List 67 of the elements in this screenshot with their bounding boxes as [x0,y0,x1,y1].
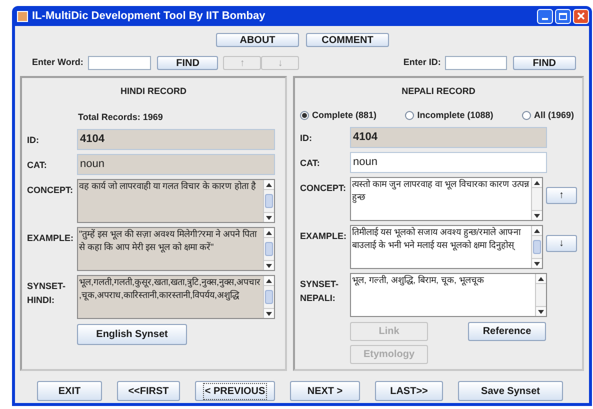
toolbar-button[interactable]: ABOUT [216,33,299,47]
scroll-down-icon[interactable] [538,310,544,314]
field-label: SYNSET-NEPALI: [300,278,340,305]
field-label: Enter ID: [403,56,441,70]
nav-button[interactable]: NEXT > [290,381,360,401]
panel-title: NEPALI RECORD [400,85,476,98]
find-button[interactable]: FIND [157,56,218,70]
scrollbar[interactable] [535,274,546,316]
maximize-icon[interactable] [555,8,571,24]
nav-button[interactable]: <<FIRST [117,381,180,401]
text-area[interactable]: भूल, गल्ती, अशुद्धि, बिराम, चूक, भूलचूक [350,273,547,317]
filter-radio[interactable]: Complete (881) [300,108,377,122]
scrollbar[interactable] [531,178,542,220]
field-label: ID: [27,134,40,146]
field-label: Enter Word: [32,56,84,70]
english-synset-button[interactable]: English Synset [77,324,187,345]
arrow-button[interactable]: ↑ [546,187,577,204]
text-area[interactable]: तिमीलाई यस भूलको सजाय अवश्य हुन्छ/रमाले आफ्ना बाउलाई के भनी भने मलाई यस भूलको क्षमा दिनुहोस् [350,225,543,269]
find-button[interactable]: FIND [512,56,576,70]
scroll-up-icon[interactable] [266,230,272,234]
scrollbar[interactable] [531,226,542,268]
filter-radio[interactable]: All (1969) [522,108,574,122]
close-icon[interactable] [573,8,589,24]
field-label: CONCEPT: [300,182,348,195]
scroll-up-icon[interactable] [534,228,540,232]
text-area[interactable]: वह कार्य जो लापरवाही या गलत विचार के कारण होता है [77,179,275,223]
field-label: EXAMPLE: [27,232,75,245]
text-field[interactable]: 4104 [350,127,547,148]
scroll-down-icon[interactable] [266,216,272,220]
nav-button[interactable]: LAST>> [375,381,443,401]
scroll-up-icon[interactable] [266,182,272,186]
action-button[interactable]: Reference [468,322,546,341]
toolbar-button[interactable]: COMMENT [306,33,389,47]
arrow-button[interactable]: ↓ [546,235,577,252]
filter-radio[interactable]: Incomplete (1088) [405,108,494,122]
text-area[interactable]: त्यस्तो काम जुन लापरवाह वा भूल विचारका कारण उत्पन्न हुन्छ [350,177,543,221]
total-records: Total Records: 1969 [78,110,164,124]
app-icon [17,10,28,22]
field-label: ID: [300,132,313,144]
nav-button[interactable]: Save Synset [458,381,563,401]
text-field[interactable]: noun [350,152,547,173]
text-field[interactable]: 4104 [77,129,275,150]
text-area[interactable]: "तुम्हें इस भूल की सज़ा अवश्य मिलेगी?रमा ने अपने पिता से कहा कि आप मेरी इस भूल को क्षमा करें" [77,227,275,271]
text-area[interactable]: भूल,गलती,गलती,कुसूर,खता,खता,त्रुटि,नुक्स,नुक्स,अपचार,चूक,अपराध,कारिस्तानी,कारस्तानी,विपर्यय,अशुद्धि [77,275,275,319]
panel-title: HINDI RECORD [119,85,188,98]
id-field[interactable] [444,56,507,70]
text-field[interactable]: noun [77,154,275,175]
scroll-up-icon[interactable] [534,180,540,184]
field-label: CAT: [27,158,48,172]
field-label: SYNSET-HINDI: [27,280,67,307]
minimize-icon[interactable] [537,8,553,24]
word-field[interactable] [88,56,152,70]
scroll-up-icon[interactable] [266,278,272,282]
nav-button[interactable]: < PREVIOUS [195,381,275,401]
scroll-up-icon[interactable] [538,276,544,280]
nav-button[interactable]: EXIT [37,381,102,401]
field-label: CAT: [300,156,321,170]
scroll-down-icon[interactable] [534,262,540,266]
scrollbar[interactable] [263,180,274,222]
field-label: CONCEPT: [27,184,74,197]
scroll-down-icon[interactable] [534,214,540,218]
field-label: EXAMPLE: [300,230,348,243]
scrollbar[interactable] [263,276,274,318]
scrollbar[interactable] [263,228,274,270]
scroll-down-icon[interactable] [266,264,272,268]
scroll-down-icon[interactable] [266,312,272,316]
window-title: IL-MultiDic Development Tool By IIT Bombay [32,8,266,24]
